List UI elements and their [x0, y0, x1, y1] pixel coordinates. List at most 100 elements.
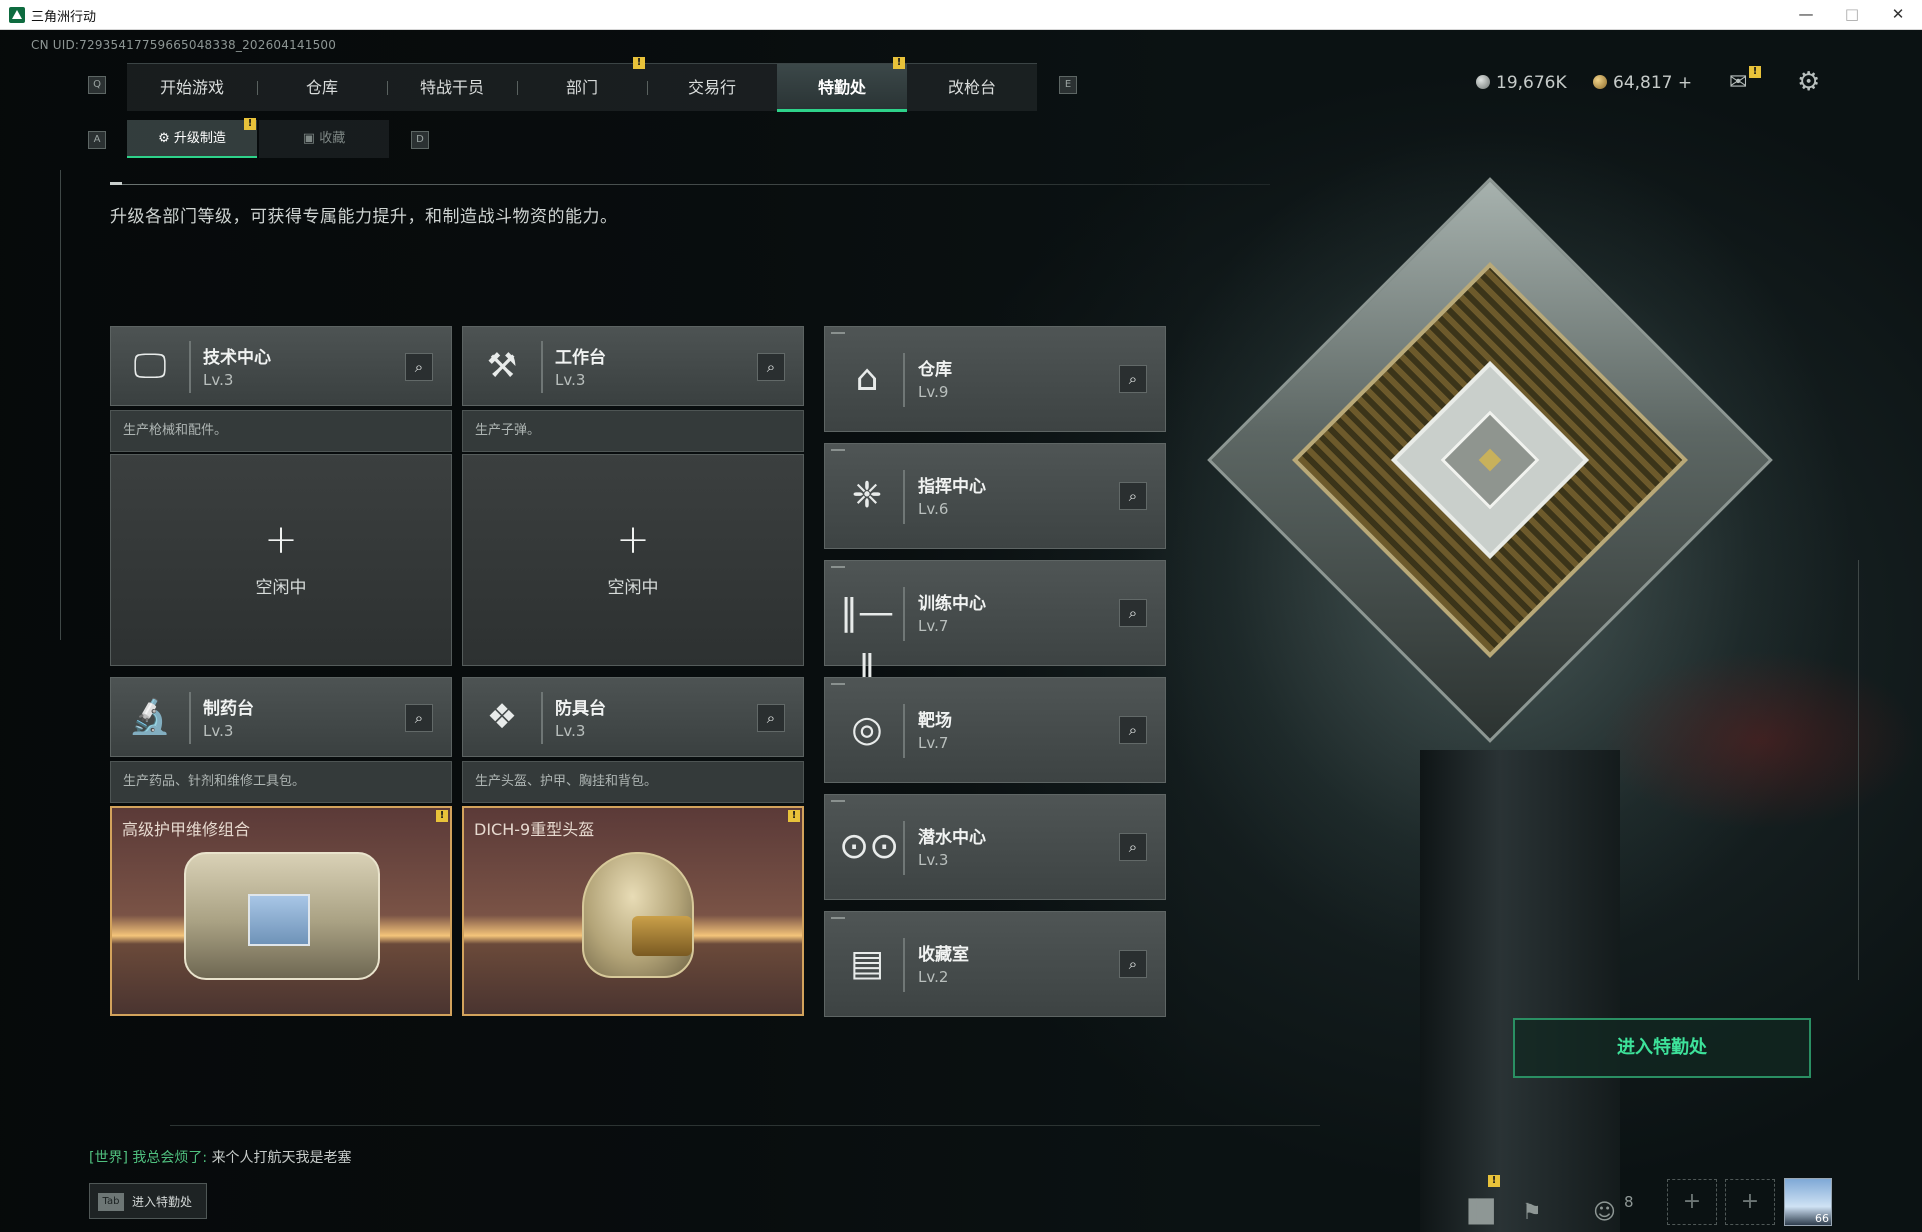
collection-small-icon: ▣ [302, 131, 320, 146]
tab-key: Tab [98, 1193, 124, 1211]
frame-line [60, 170, 61, 640]
search-icon[interactable]: ⌕ [1119, 482, 1147, 510]
special-ops-alert-badge: ! [893, 57, 905, 69]
divider-tick [110, 182, 122, 185]
add-slot-button[interactable]: + [1725, 1179, 1775, 1225]
uid-label: CN UID:7293541775966504833​8_20260414150… [31, 38, 337, 52]
craft-slot-armor[interactable]: DICH-9重型头盔 ! [462, 806, 804, 1016]
tab-gunsmith[interactable]: 改枪台 [907, 64, 1037, 112]
department-alert-badge: ! [633, 57, 645, 69]
tools-icon: ⚒ [486, 346, 518, 386]
facility-collection-room[interactable]: ▤ 收藏室 Lv.2 ⌕ [824, 911, 1166, 1017]
enter-special-ops-button[interactable]: 进入特勤处 [1513, 1018, 1811, 1078]
gold-currency[interactable]: 64,817 + [1593, 73, 1692, 93]
scene-pillar [1420, 750, 1620, 1232]
facility-training-center[interactable]: ‖—‖ 训练中心 Lv.7 ⌕ [824, 560, 1166, 689]
facility-name: 靶场 [918, 711, 952, 731]
minimize-button[interactable]: — [1783, 0, 1829, 30]
chat-line[interactable]: [世界] 我总会烦了: 来个人打航天我是老塞 [89, 1147, 352, 1167]
mail-icon[interactable]: ✉ [1729, 70, 1747, 95]
friends-count: 8 [1624, 1193, 1634, 1211]
search-icon[interactable]: ⌕ [1119, 833, 1147, 861]
repair-kit-bag-image [184, 852, 380, 980]
command-icon: ❈ [851, 475, 883, 516]
blocks-icon: ❖ [486, 697, 518, 737]
search-icon[interactable]: ⌕ [405, 704, 433, 732]
key-hint-d: D [411, 131, 429, 149]
tab-special-ops[interactable]: 特勤处 [777, 64, 907, 112]
game-canvas: CN UID:7293541775966504833​8_20260414150… [0, 30, 1922, 1232]
collection-icon: ▤ [849, 943, 884, 984]
item-alert-badge: ! [788, 810, 800, 822]
facility-name: 收藏室 [918, 945, 969, 965]
silver-amount: 19,676K [1496, 73, 1567, 93]
stats-chart-icon[interactable]: ▐█ [1460, 1200, 1494, 1225]
search-icon[interactable]: ⌕ [1119, 599, 1147, 627]
app-logo-icon [9, 7, 25, 23]
avatar-level: 66 [1815, 1212, 1829, 1225]
facility-level: Lv.3 [918, 851, 949, 869]
dumbbell-icon: ‖—‖ [840, 592, 894, 689]
avatar[interactable]: 66 [1784, 1178, 1832, 1226]
tab-warehouse[interactable]: 仓库 [257, 64, 387, 112]
search-icon[interactable]: ⌕ [1119, 950, 1147, 978]
scene-red-glow [1600, 650, 1920, 830]
craft-slot-workbench[interactable]: + 空闲中 [462, 454, 804, 666]
facility-warehouse[interactable]: ⌂ 仓库 Lv.9 ⌕ [824, 326, 1166, 432]
mail-alert-badge: ! [1749, 66, 1761, 78]
facility-level: Lv.9 [918, 383, 949, 401]
window-titlebar: 三角洲行动 — □ ✕ [0, 0, 1922, 30]
diving-mask-icon: ⊙⊙ [839, 826, 900, 867]
craft-slot-pharmacy[interactable]: 高级护甲维修组合 ! [110, 806, 452, 1016]
workbench-tech-center[interactable]: 🖵 技术中心 Lv.3 ⌕ [110, 326, 452, 406]
plus-icon: + [616, 517, 650, 563]
helmet-image [582, 852, 694, 978]
tab-operators[interactable]: 特战干员 [387, 64, 517, 112]
gold-coin-icon [1593, 75, 1607, 89]
search-icon[interactable]: ⌕ [757, 704, 785, 732]
facility-level: Lv.7 [918, 734, 949, 752]
warehouse-icon: ⌂ [855, 358, 879, 399]
facility-command-center[interactable]: ❈ 指挥中心 Lv.6 ⌕ [824, 443, 1166, 549]
workbench-name: 防具台 [555, 699, 606, 719]
facility-shooting-range[interactable]: ◎ 靶场 Lv.7 ⌕ [824, 677, 1166, 783]
main-nav: 开始游戏 仓库 特战干员 部门 交易行 特勤处 改枪台 [127, 63, 1037, 112]
target-icon: ◎ [851, 709, 883, 750]
subtab-upgrade-craft[interactable]: ⚙ 升级制造 [127, 120, 257, 158]
monitor-icon: 🖵 [133, 346, 167, 386]
subtab-collection[interactable]: ▣ 收藏 [259, 120, 389, 158]
silver-coin-icon [1476, 75, 1490, 89]
search-icon[interactable]: ⌕ [405, 353, 433, 381]
gold-amount: 64,817 + [1613, 73, 1693, 93]
workbench-workbench[interactable]: ⚒ 工作台 Lv.3 ⌕ [462, 326, 804, 406]
craft-slot-tech-center[interactable]: + 空闲中 [110, 454, 452, 666]
chat-channel: [世界] [89, 1150, 128, 1166]
search-icon[interactable]: ⌕ [1119, 716, 1147, 744]
tab-start-game[interactable]: 开始游戏 [127, 64, 257, 112]
search-icon[interactable]: ⌕ [1119, 365, 1147, 393]
chat-user: 我总会烦了: [132, 1150, 208, 1166]
friends-icon[interactable]: ☺ [1593, 1200, 1616, 1225]
craft-icon: ⚙ [158, 131, 174, 146]
search-icon[interactable]: ⌕ [757, 353, 785, 381]
tab-hint-label: 进入特勤处 [132, 1195, 193, 1209]
frame-line [1858, 560, 1859, 980]
subtab-collection-label: 收藏 [319, 131, 346, 146]
key-hint-a: A [88, 131, 106, 149]
workbench-name: 制药台 [203, 699, 254, 719]
plus-icon: + [264, 517, 298, 563]
flag-icon[interactable]: ⚑ [1522, 1200, 1542, 1225]
workbench-desc: 生产枪械和配件。 [110, 410, 452, 452]
settings-gear-icon[interactable]: ⚙ [1797, 67, 1820, 97]
workbench-armor[interactable]: ❖ 防具台 Lv.3 ⌕ [462, 677, 804, 757]
close-button[interactable]: ✕ [1875, 0, 1921, 30]
add-slot-button[interactable]: + [1667, 1179, 1717, 1225]
tab-shortcut-hint[interactable]: Tab 进入特勤处 [89, 1183, 207, 1219]
workbench-desc: 生产子弹。 [462, 410, 804, 452]
tab-department[interactable]: 部门 [517, 64, 647, 112]
facility-diving-center[interactable]: ⊙⊙ 潜水中心 Lv.3 ⌕ [824, 794, 1166, 900]
maximize-button[interactable]: □ [1829, 0, 1875, 30]
tab-trade[interactable]: 交易行 [647, 64, 777, 112]
silver-currency[interactable]: 19,676K [1476, 73, 1567, 93]
workbench-pharmacy[interactable]: 🔬 制药台 Lv.3 ⌕ [110, 677, 452, 757]
